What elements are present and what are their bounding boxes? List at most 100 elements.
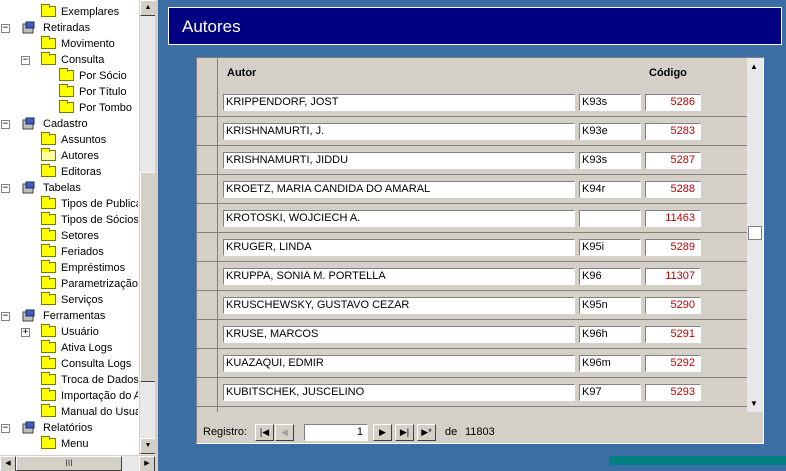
- autor-field[interactable]: KRIPPENDORF, JOST: [223, 94, 575, 111]
- cutter-field[interactable]: K93e: [579, 123, 641, 140]
- scroll-thumb[interactable]: [140, 172, 156, 382]
- cutter-field[interactable]: K96: [579, 268, 641, 285]
- datasheet-scrollbar[interactable]: ▲ ▼: [747, 58, 763, 412]
- autor-field[interactable]: KRUSE, MARCOS: [223, 326, 575, 343]
- tree-item[interactable]: Ativa Logs: [1, 340, 138, 356]
- record-selector[interactable]: [197, 407, 218, 412]
- current-record-input[interactable]: 1: [304, 424, 368, 441]
- scroll-up-button[interactable]: ▲: [140, 0, 156, 16]
- pane-splitter[interactable]: [155, 0, 158, 471]
- tree-item[interactable]: − Tabelas: [1, 180, 138, 196]
- scroll-down-arrow-icon[interactable]: ▼: [750, 399, 758, 408]
- collapse-icon[interactable]: −: [21, 56, 30, 65]
- tree-item[interactable]: Empréstimos: [1, 260, 138, 276]
- cutter-field[interactable]: K93s: [579, 94, 641, 111]
- codigo-field[interactable]: 5286: [645, 94, 701, 111]
- tree-item[interactable]: − Relatórios: [1, 420, 138, 436]
- collapse-icon[interactable]: −: [1, 184, 10, 193]
- codigo-field[interactable]: 5288: [645, 181, 701, 198]
- codigo-field[interactable]: 11307: [645, 268, 701, 285]
- autor-field[interactable]: KROETZ, MARIA CANDIDA DO AMARAL: [223, 181, 575, 198]
- autor-field[interactable]: KRISHNAMURTI, JIDDU: [223, 152, 575, 169]
- codigo-field[interactable]: 5293: [645, 384, 701, 401]
- scroll-down-button[interactable]: ▼: [140, 438, 156, 454]
- tree-item[interactable]: − Ferramentas: [1, 308, 138, 324]
- autor-field[interactable]: KRUPPA, SONIA M. PORTELLA: [223, 268, 575, 285]
- autor-field[interactable]: KROTOSKI, WOJCIECH A.: [223, 210, 575, 227]
- record-selector[interactable]: [197, 146, 218, 174]
- tree-item[interactable]: Manual do Usuá: [1, 404, 138, 420]
- autor-field[interactable]: KRISHNAMURTI, J.: [223, 123, 575, 140]
- tree-item[interactable]: Movimento: [1, 36, 138, 52]
- cutter-field[interactable]: K95n: [579, 297, 641, 314]
- tree-item[interactable]: Assuntos: [1, 132, 138, 148]
- tree-item[interactable]: Feriados: [1, 244, 138, 260]
- tree-item[interactable]: Por Título: [1, 84, 138, 100]
- collapse-icon[interactable]: −: [1, 424, 10, 433]
- scroll-hthumb[interactable]: III: [16, 456, 122, 471]
- tree-item[interactable]: Parametrização: [1, 276, 138, 292]
- collapse-icon[interactable]: −: [1, 120, 10, 129]
- cutter-field[interactable]: K95i: [579, 239, 641, 256]
- collapse-icon[interactable]: −: [1, 312, 10, 321]
- tree-item[interactable]: − Retiradas: [1, 20, 138, 36]
- first-record-button[interactable]: |◀: [255, 424, 274, 441]
- datasheet-scroll-thumb[interactable]: [748, 226, 762, 240]
- cutter-field[interactable]: K93s: [579, 152, 641, 169]
- tree-item[interactable]: Serviços: [1, 292, 138, 308]
- cutter-field[interactable]: [579, 210, 641, 227]
- autor-field[interactable]: KRUSCHEWSKY, GUSTAVO CEZAR: [223, 297, 575, 314]
- next-record-button[interactable]: ▶: [373, 424, 392, 441]
- tree-item[interactable]: − Consulta: [1, 52, 138, 68]
- codigo-field[interactable]: 5289: [645, 239, 701, 256]
- tree-item[interactable]: Tipos de Sócios: [1, 212, 138, 228]
- autor-field[interactable]: KUBITSCHEK, JUSCELINO: [223, 384, 575, 401]
- record-selector[interactable]: [197, 262, 218, 290]
- new-record-button[interactable]: ▶*: [417, 424, 436, 441]
- record-selector[interactable]: [197, 349, 218, 377]
- tree-item[interactable]: Exemplares: [1, 4, 138, 20]
- cutter-field[interactable]: K96h: [579, 326, 641, 343]
- codigo-field[interactable]: 5287: [645, 152, 701, 169]
- tree-item[interactable]: − Cadastro: [1, 116, 138, 132]
- cutter-field[interactable]: K96m: [579, 355, 641, 372]
- tree-item[interactable]: Autores: [1, 148, 138, 164]
- tree-item[interactable]: Consulta Logs: [1, 356, 138, 372]
- cutter-field[interactable]: K94r: [579, 181, 641, 198]
- cutter-field[interactable]: K97: [579, 384, 641, 401]
- codigo-field[interactable]: 5290: [645, 297, 701, 314]
- scroll-up-arrow-icon[interactable]: ▲: [750, 62, 758, 71]
- previous-record-button[interactable]: ◀: [275, 424, 294, 441]
- scroll-right-button[interactable]: ▶: [139, 456, 155, 471]
- tree-item[interactable]: Editoras: [1, 164, 138, 180]
- expand-icon[interactable]: +: [21, 328, 30, 337]
- record-selector[interactable]: [197, 117, 218, 145]
- autor-field[interactable]: KUAZAQUI, EDMIR: [223, 355, 575, 372]
- scroll-left-button[interactable]: ◀: [0, 456, 16, 471]
- collapse-icon[interactable]: −: [1, 24, 10, 33]
- tree-item[interactable]: Por Sócio: [1, 68, 138, 84]
- tree-item[interactable]: Setores: [1, 228, 138, 244]
- tree-item[interactable]: Importação do A: [1, 388, 138, 404]
- record-selector[interactable]: [197, 233, 218, 261]
- tree-item[interactable]: + Usuário: [1, 324, 138, 340]
- record-selector[interactable]: [197, 175, 218, 203]
- tree-item[interactable]: Tipos de Publica: [1, 196, 138, 212]
- record-selector[interactable]: [197, 204, 218, 232]
- record-selector[interactable]: [197, 378, 218, 406]
- codigo-field[interactable]: 11463: [645, 210, 701, 227]
- codigo-field[interactable]: 5292: [645, 355, 701, 372]
- record-selector[interactable]: [197, 291, 218, 319]
- tree-item[interactable]: Troca de Dados: [1, 372, 138, 388]
- tree-item[interactable]: Por Tombo: [1, 100, 138, 116]
- tree-item[interactable]: Menu: [1, 436, 138, 452]
- header-selector[interactable]: [197, 58, 218, 88]
- tree-vertical-scrollbar[interactable]: ▲ ▼: [139, 0, 156, 455]
- record-selector[interactable]: [197, 88, 218, 116]
- codigo-field[interactable]: 5283: [645, 123, 701, 140]
- autor-field[interactable]: KRUGER, LINDA: [223, 239, 575, 256]
- last-record-button[interactable]: ▶|: [395, 424, 414, 441]
- codigo-field[interactable]: 5291: [645, 326, 701, 343]
- record-selector[interactable]: [197, 320, 218, 348]
- tree-horizontal-scrollbar[interactable]: ◀ III ▶: [0, 455, 155, 471]
